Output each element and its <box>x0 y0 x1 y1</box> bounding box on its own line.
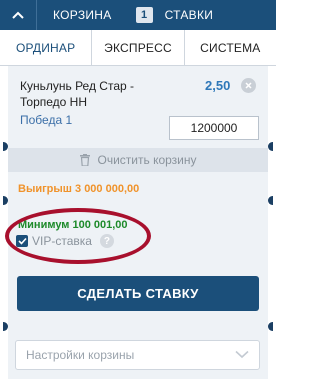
chevron-down-icon <box>235 350 249 359</box>
clear-cart-button[interactable]: Очистить корзину <box>8 148 268 172</box>
remove-bet-button[interactable] <box>241 78 256 93</box>
outcome-label: Победа 1 <box>20 113 73 127</box>
cart-settings-label: Настройки корзины <box>26 348 135 362</box>
panel-edge-marker <box>268 322 273 331</box>
event-name-text: Куньлунь Ред Стар - Торпедо НН <box>20 79 135 109</box>
close-icon <box>245 82 252 89</box>
bets-tab[interactable]: СТАВКИ <box>165 8 214 22</box>
cart-header: КОРЗИНА 1 СТАВКИ <box>0 0 276 30</box>
collapse-toggle[interactable] <box>0 0 36 30</box>
stake-input[interactable] <box>169 116 259 140</box>
chevron-up-icon <box>12 11 24 19</box>
place-bet-button[interactable]: СДЕЛАТЬ СТАВКУ <box>17 276 259 311</box>
cart-settings-select[interactable]: Настройки корзины <box>15 340 260 370</box>
tab-single[interactable]: ОРДИНАР <box>0 30 91 65</box>
header-divider <box>36 0 37 30</box>
tab-express[interactable]: ЭКСПРЕСС <box>91 30 183 65</box>
panel-edge-marker <box>268 196 273 205</box>
cart-count-badge: 1 <box>135 7 153 23</box>
tab-system[interactable]: СИСТЕМА <box>183 30 276 65</box>
highlight-annotation <box>5 208 151 264</box>
panel-edge-marker <box>268 142 273 151</box>
trash-icon <box>79 154 90 166</box>
bet-type-tabs: ОРДИНАР ЭКСПРЕСС СИСТЕМА <box>0 30 276 66</box>
cart-tab[interactable]: КОРЗИНА <box>53 8 112 22</box>
clear-cart-label: Очистить корзину <box>97 153 197 167</box>
potential-winnings: Выигрыш 3 000 000,00 <box>18 183 140 195</box>
odds-value: 2,50 <box>205 78 231 93</box>
